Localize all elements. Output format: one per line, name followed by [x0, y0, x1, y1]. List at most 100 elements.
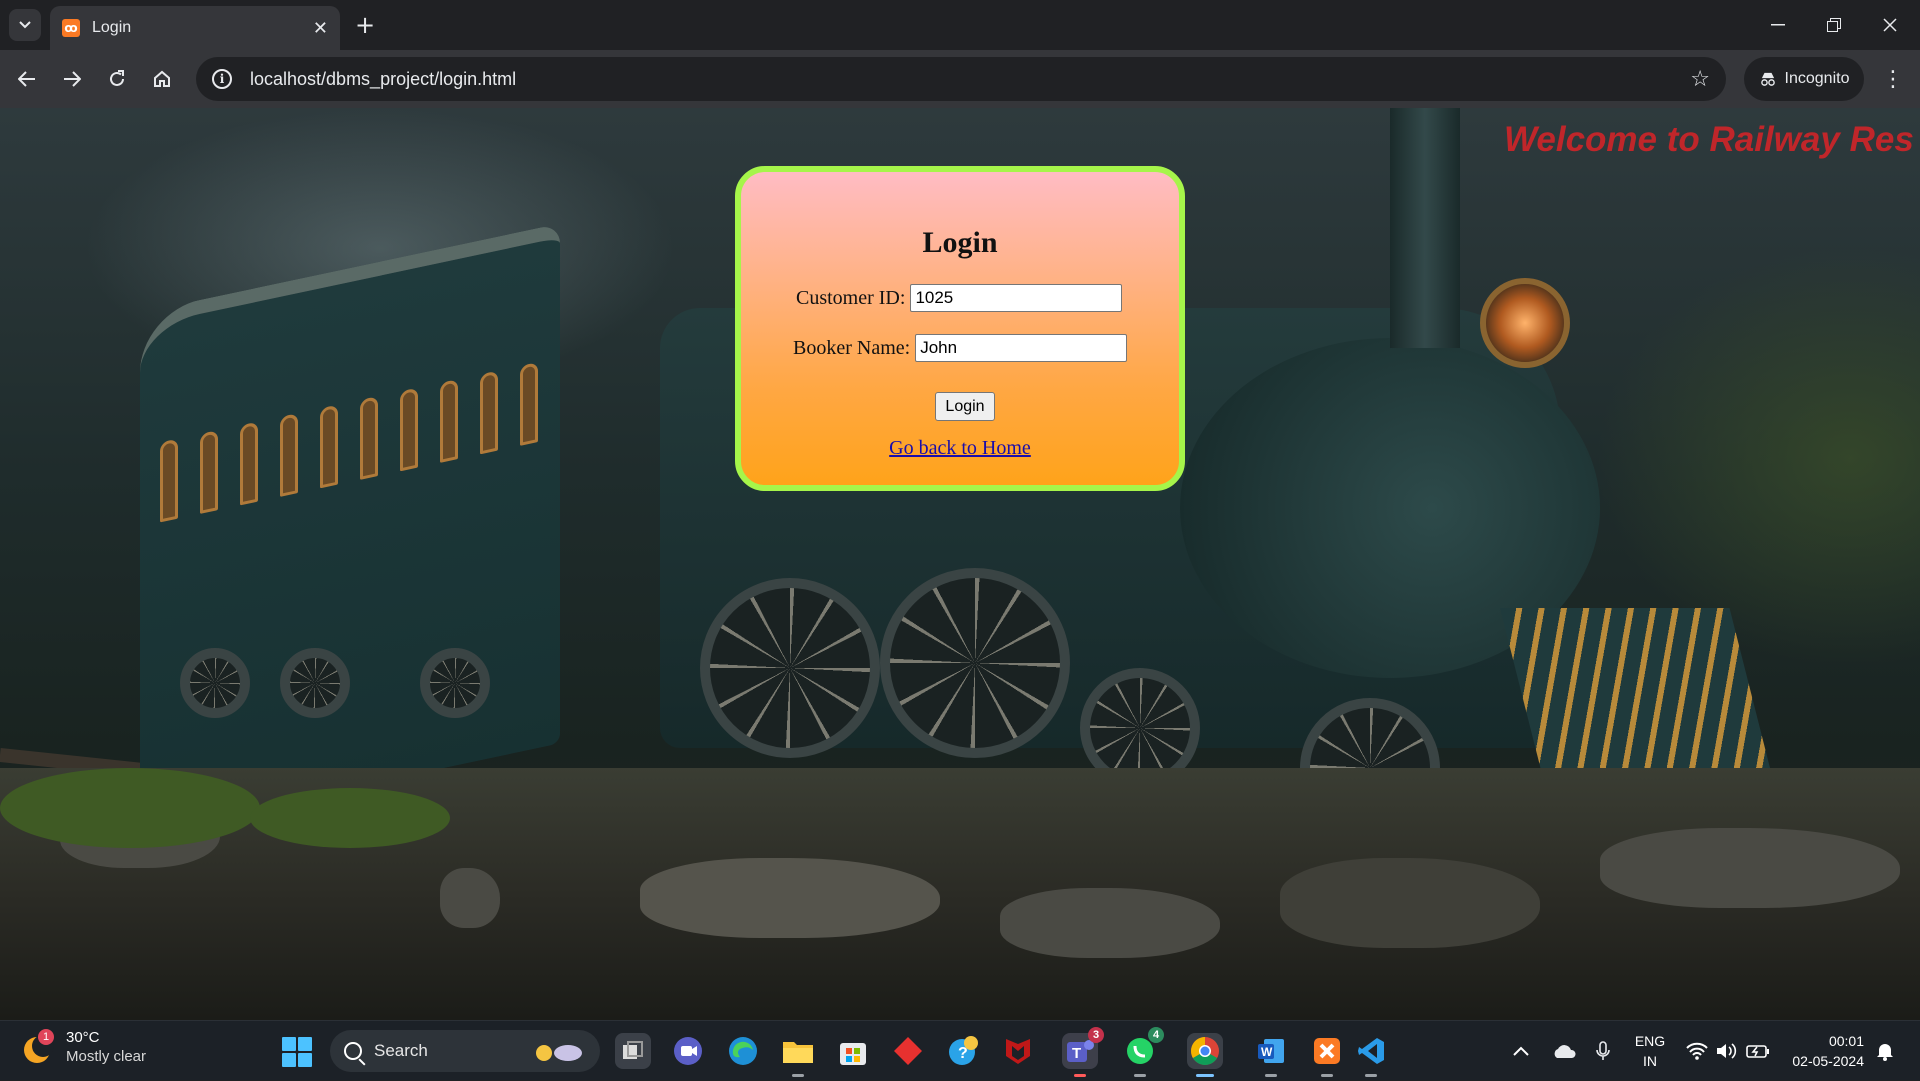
close-icon[interactable] — [1862, 0, 1918, 50]
chrome-icon[interactable] — [1187, 1033, 1223, 1077]
reload-icon[interactable] — [99, 61, 135, 97]
task-view-icon[interactable] — [615, 1033, 651, 1069]
xampp-favicon-icon: ꝏ — [62, 19, 80, 37]
tab-search-icon[interactable] — [9, 9, 41, 41]
tab-strip: ꝏ Login ✕ + — [0, 0, 1920, 50]
rock — [1000, 888, 1220, 958]
teams-icon[interactable]: T 3 — [1062, 1027, 1104, 1077]
customer-id-input[interactable] — [910, 284, 1123, 312]
copilot-icon[interactable]: ? — [945, 1033, 981, 1069]
booker-name-input[interactable] — [915, 334, 1128, 362]
word-icon[interactable]: W — [1253, 1033, 1289, 1077]
coach-window — [200, 430, 218, 514]
rock — [1280, 858, 1540, 948]
coach-window — [360, 396, 378, 480]
tab-close-icon[interactable]: ✕ — [313, 18, 328, 39]
notification-bell-icon[interactable] — [1876, 1021, 1894, 1081]
menu-kebab-icon[interactable]: ⋮ — [1878, 61, 1908, 97]
clock-date: 02-05-2024 — [1792, 1053, 1864, 1069]
weather-temp: 30°C — [66, 1029, 100, 1046]
edge-icon[interactable] — [725, 1033, 761, 1069]
weather-badge: 1 — [38, 1029, 54, 1045]
coach-window — [240, 421, 258, 506]
back-icon[interactable] — [9, 61, 45, 97]
file-explorer-icon[interactable] — [780, 1033, 816, 1077]
whatsapp-badge: 4 — [1148, 1027, 1164, 1043]
drive-wheel — [700, 578, 880, 758]
svg-text:T: T — [1072, 1045, 1081, 1062]
forward-icon[interactable] — [54, 61, 90, 97]
mcafee-icon[interactable] — [1000, 1033, 1036, 1069]
rocky-ground — [0, 768, 1920, 1020]
welcome-marquee: Welcome to Railway Res — [1504, 120, 1914, 159]
microphone-icon[interactable] — [1596, 1021, 1610, 1081]
rock — [640, 858, 940, 938]
clock-time: 00:01 — [1828, 1033, 1864, 1049]
coach-window — [160, 438, 178, 523]
coach-wheel — [180, 648, 250, 718]
windows-start-icon[interactable] — [282, 1037, 312, 1067]
search-highlight-icon — [530, 1039, 586, 1063]
language-indicator[interactable]: ENG IN — [1630, 1031, 1670, 1071]
home-link[interactable]: Go back to Home — [741, 437, 1179, 460]
vscode-icon[interactable] — [1353, 1033, 1389, 1077]
bookmark-star-icon[interactable]: ☆ — [1690, 67, 1710, 92]
xampp-icon[interactable] — [1309, 1033, 1345, 1077]
address-bar[interactable]: i localhost/dbms_project/login.html ☆ — [196, 57, 1726, 101]
incognito-label: Incognito — [1784, 70, 1850, 87]
incognito-icon — [1760, 72, 1775, 86]
headlamp — [1480, 278, 1570, 368]
login-button[interactable]: Login — [935, 392, 995, 421]
battery-icon[interactable] — [1746, 1021, 1770, 1081]
locomotive-chimney — [1390, 108, 1460, 348]
customer-id-label: Customer ID: — [796, 286, 906, 309]
url-text[interactable]: localhost/dbms_project/login.html — [250, 69, 1690, 90]
cowcatcher — [1500, 608, 1770, 768]
lang-region: IN — [1643, 1053, 1657, 1069]
teams-badge: 3 — [1088, 1027, 1104, 1043]
drive-wheel — [880, 568, 1070, 758]
coach-window — [440, 379, 458, 463]
home-icon[interactable] — [144, 61, 180, 97]
page-viewport: Welcome to Railway Res Login Customer ID… — [0, 108, 1920, 1020]
weather-moon-icon: 1 — [22, 1029, 56, 1065]
login-form: Login Customer ID: Booker Name: Login Go… — [735, 166, 1185, 491]
site-info-icon[interactable]: i — [212, 69, 232, 89]
tab-title: Login — [92, 19, 132, 36]
coach-window — [400, 387, 418, 472]
taskbar-search[interactable]: Search — [330, 1030, 600, 1072]
weather-widget[interactable]: 1 30°C Mostly clear — [22, 1029, 146, 1067]
weather-desc: Mostly clear — [66, 1048, 147, 1065]
meet-icon[interactable] — [670, 1033, 706, 1069]
rock — [1600, 828, 1900, 908]
tab-login[interactable]: ꝏ Login ✕ — [50, 6, 340, 50]
system-clock[interactable]: 00:01 02-05-2024 — [1780, 1031, 1864, 1071]
svg-text:W: W — [1261, 1045, 1273, 1059]
grass — [0, 768, 260, 848]
diamond-app-icon[interactable] — [890, 1033, 926, 1069]
coach-window — [480, 370, 498, 455]
restore-icon[interactable] — [1806, 0, 1862, 50]
onedrive-icon[interactable] — [1552, 1021, 1576, 1081]
minimize-icon[interactable] — [1750, 0, 1806, 50]
whatsapp-icon[interactable]: 4 — [1122, 1027, 1164, 1077]
grass — [250, 788, 450, 848]
rock — [440, 868, 500, 928]
coach-window — [280, 413, 298, 497]
coach-wheel — [280, 648, 350, 718]
train-coach — [140, 223, 560, 833]
incognito-button[interactable]: Incognito — [1744, 57, 1864, 101]
search-icon — [344, 1042, 362, 1060]
volume-icon[interactable] — [1716, 1021, 1738, 1081]
booker-name-row: Booker Name: — [793, 334, 1128, 362]
wifi-icon[interactable] — [1686, 1021, 1708, 1081]
booker-name-label: Booker Name: — [793, 336, 911, 359]
windows-taskbar: 1 30°C Mostly clear Search ? T 3 4 W ENG… — [0, 1020, 1920, 1080]
coach-wheel — [420, 648, 490, 718]
ms-store-icon[interactable] — [835, 1033, 871, 1069]
customer-id-row: Customer ID: — [796, 284, 1123, 312]
new-tab-button[interactable]: + — [352, 12, 378, 38]
browser-toolbar: i localhost/dbms_project/login.html ☆ In… — [0, 50, 1920, 108]
coach-window — [320, 404, 338, 489]
tray-overflow-icon[interactable] — [1513, 1021, 1529, 1081]
